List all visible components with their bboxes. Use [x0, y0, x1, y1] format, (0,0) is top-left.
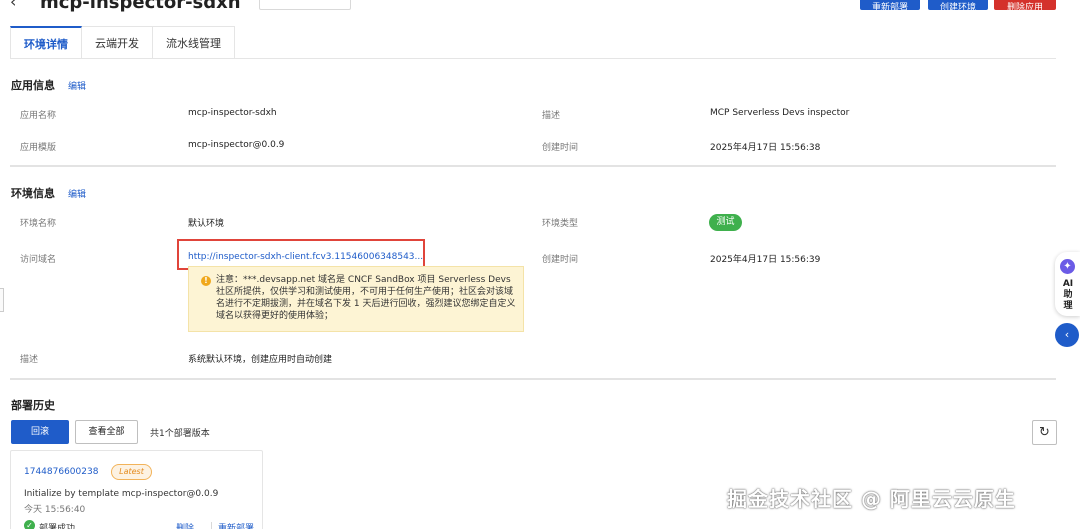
app-created-label: 创建时间	[542, 143, 579, 153]
deploy-status: 部署成功	[39, 524, 76, 529]
app-info-title: 应用信息	[11, 79, 55, 92]
watermark: 掘金技术社区 @ 阿里云云原生	[727, 487, 1016, 511]
redeploy-link[interactable]: 重新部署	[218, 521, 254, 529]
app-desc-value: MCP Serverless Devs inspector	[710, 108, 850, 118]
deploy-desc: Initialize by template mcp-inspector@0.0…	[24, 489, 219, 499]
sparkle-icon: ✦	[1060, 259, 1075, 274]
sidebar-handle[interactable]	[0, 288, 4, 312]
redeploy-button[interactable]: 重新部署	[860, 0, 920, 13]
section-divider	[10, 378, 1056, 380]
env-created-value: 2025年4月17日 15:56:39	[710, 255, 821, 265]
env-domain-link[interactable]: http://inspector-sdxh-client.fcv3.115460…	[188, 252, 423, 262]
env-name-label: 环境名称	[20, 219, 57, 229]
rollback-button[interactable]: 回滚	[11, 420, 69, 444]
deploy-history-title: 部署历史	[11, 399, 55, 412]
app-created-value: 2025年4月17日 15:56:38	[710, 143, 821, 153]
chevron-left-icon[interactable]: ‹	[1055, 323, 1079, 347]
deploy-id-link[interactable]: 1744876600238	[24, 467, 98, 477]
env-desc-label: 描述	[20, 355, 39, 365]
create-env-button[interactable]: 创建环境	[928, 0, 988, 13]
refresh-icon[interactable]: ↻	[1032, 420, 1057, 445]
tab-env-details[interactable]: 环境详情	[10, 26, 82, 59]
link-separator	[211, 522, 212, 529]
back-icon[interactable]: ‹	[10, 0, 16, 11]
page-title: mcp-inspector-sdxh	[40, 0, 241, 13]
page: ‹ mcp-inspector-sdxh 重新部署 创建环境 删除应用 环境详情…	[0, 0, 1080, 529]
app-name-label: 应用名称	[20, 111, 57, 121]
ai-assistant-button[interactable]: ✦ AI助理	[1055, 252, 1080, 316]
warning-icon: !	[201, 276, 211, 286]
env-info-title: 环境信息	[11, 187, 55, 200]
domain-notice-text: 注意：***.devsapp.net 域名是 CNCF SandBox 项目 S…	[216, 275, 516, 321]
tab-divider	[10, 58, 1056, 59]
app-info-edit-link[interactable]: 编辑	[68, 79, 86, 92]
deploy-time: 今天 15:56:40	[24, 505, 86, 515]
env-name-value: 默认环境	[188, 219, 225, 229]
delete-link[interactable]: 删除	[176, 521, 194, 529]
latest-badge: Latest	[111, 464, 152, 480]
tab-cloud-dev[interactable]: 云端开发	[82, 26, 153, 59]
page-header: ‹ mcp-inspector-sdxh 重新部署 创建环境 删除应用	[0, 0, 1080, 14]
deploy-card: 1744876600238 Latest Initialize by templ…	[10, 450, 263, 529]
tab-pipeline[interactable]: 流水线管理	[153, 26, 235, 59]
env-created-label: 创建时间	[542, 255, 579, 265]
app-name-value: mcp-inspector-sdxh	[188, 108, 277, 118]
env-type-badge: 测试	[709, 214, 742, 231]
domain-notice: ! 注意：***.devsapp.net 域名是 CNCF SandBox 项目…	[188, 266, 524, 332]
app-desc-label: 描述	[542, 111, 561, 121]
app-template-label: 应用模版	[20, 143, 57, 153]
env-domain-label: 访问域名	[20, 255, 57, 265]
env-info-edit-link[interactable]: 编辑	[68, 187, 86, 200]
env-type-label: 环境类型	[542, 219, 579, 229]
app-template-value: mcp-inspector@0.0.9	[188, 140, 285, 150]
deploy-count-text: 共1个部署版本	[150, 429, 210, 439]
section-divider	[10, 165, 1056, 167]
ai-assistant-label: AI助理	[1062, 279, 1074, 311]
view-all-button[interactable]: 查看全部	[75, 420, 138, 444]
check-circle-icon: ✓	[24, 520, 35, 529]
delete-app-button[interactable]: 删除应用	[994, 0, 1056, 13]
header-input[interactable]	[259, 0, 351, 10]
tab-bar: 环境详情 云端开发 流水线管理	[10, 26, 235, 59]
env-desc-value: 系统默认环境，创建应用时自动创建	[188, 355, 333, 365]
